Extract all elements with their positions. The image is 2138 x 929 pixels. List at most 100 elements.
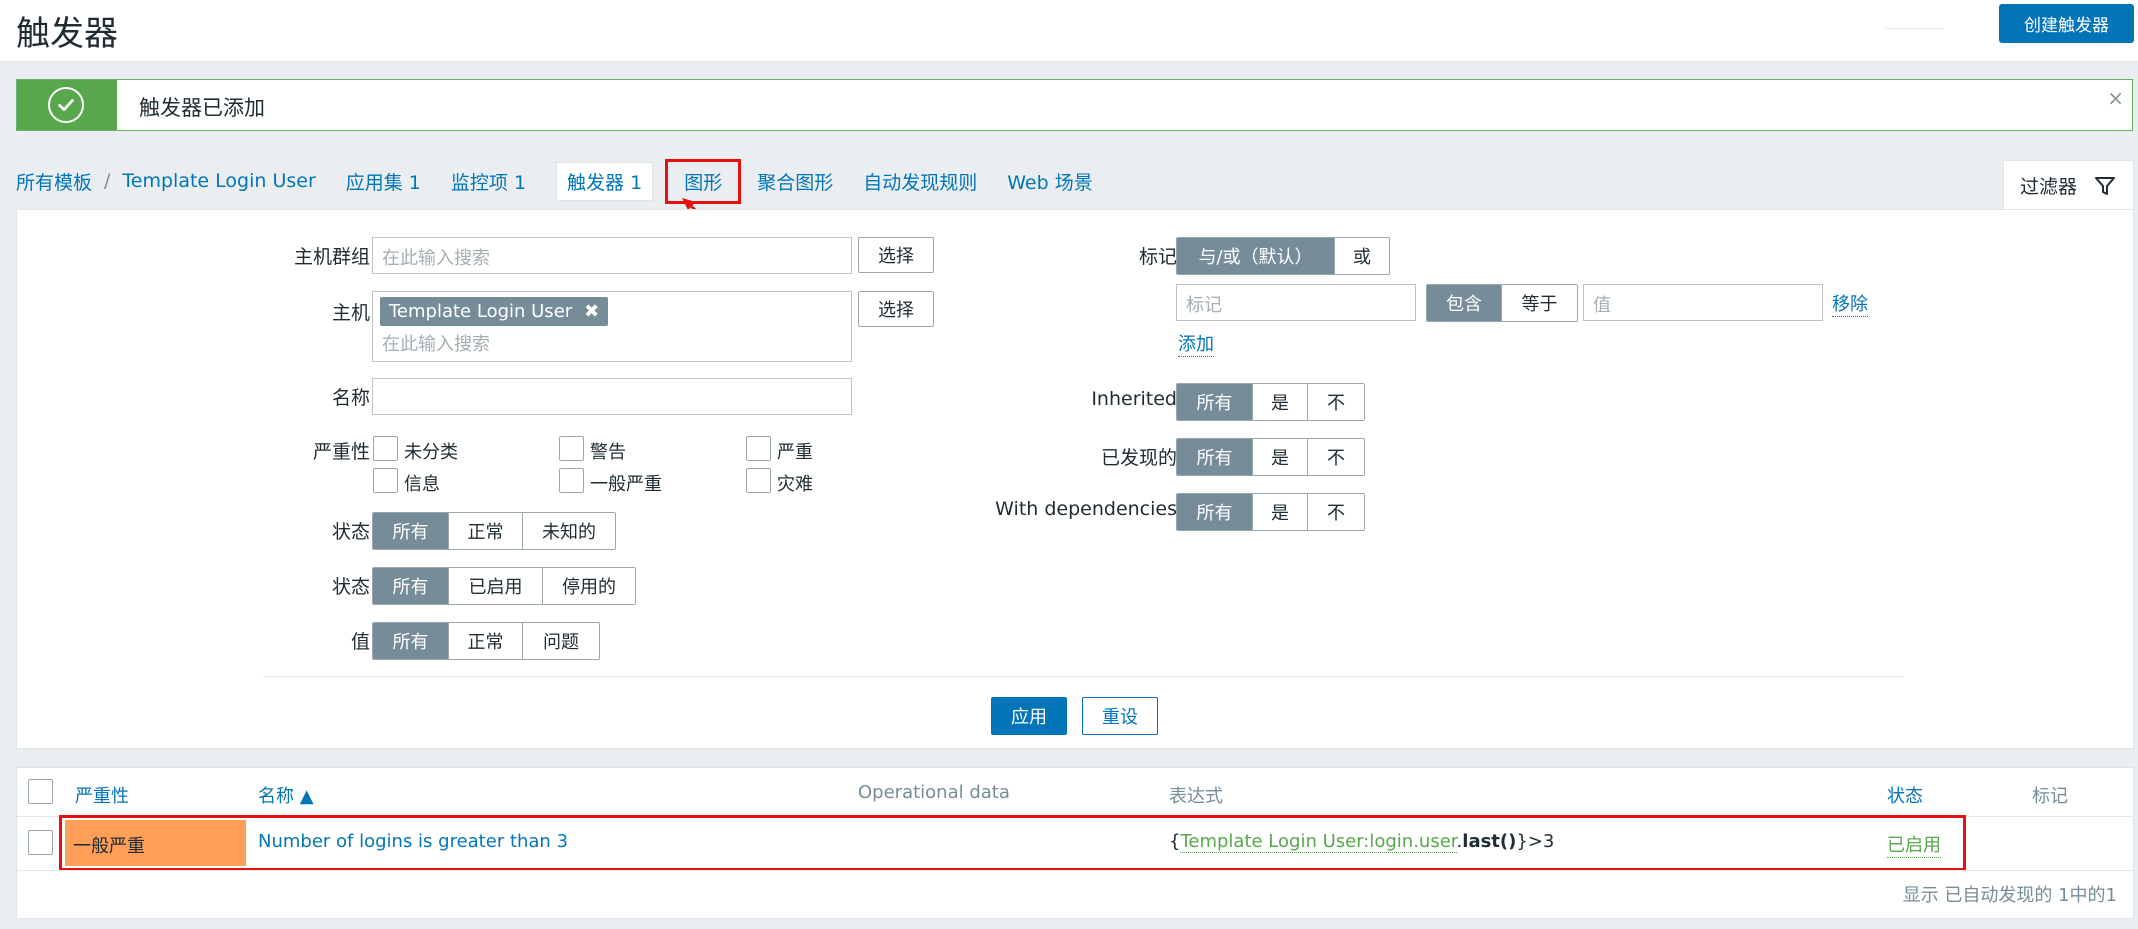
select-all-checkbox[interactable] xyxy=(28,779,53,804)
tag-operator-contains[interactable]: 包含 xyxy=(1427,285,1502,321)
discovered-segmented: 所有 是 不 xyxy=(1176,438,1365,476)
severity-checkbox-high[interactable] xyxy=(746,436,771,461)
page-title: 触发器 xyxy=(16,14,118,54)
tab-screens[interactable]: 聚合图形 xyxy=(757,168,833,195)
dependencies-option-all[interactable]: 所有 xyxy=(1177,494,1253,530)
status-segmented: 所有 已启用 停用的 xyxy=(372,567,636,605)
inherited-segmented: 所有 是 不 xyxy=(1176,383,1365,421)
status-option-all[interactable]: 所有 xyxy=(373,568,449,604)
filter-toggle-tab[interactable]: 过滤器 xyxy=(2003,160,2134,210)
column-operational-data: Operational data xyxy=(858,782,1010,803)
tab-applications[interactable]: 应用集 1 xyxy=(346,168,421,195)
create-trigger-button[interactable]: 创建触发器 xyxy=(1999,4,2134,43)
severity-checkbox-average[interactable] xyxy=(559,468,584,493)
hosts-search-placeholder[interactable]: 在此输入搜索 xyxy=(382,330,490,356)
breadcrumb-template[interactable]: Template Login User xyxy=(122,170,315,192)
apply-button[interactable]: 应用 xyxy=(991,697,1067,735)
status-option-disabled[interactable]: 停用的 xyxy=(543,568,635,604)
table-footer-count: 显示 已自动发现的 1中的1 xyxy=(1902,885,2117,906)
tab-items[interactable]: 监控项 1 xyxy=(451,168,526,195)
host-groups-input[interactable]: 在此输入搜索 xyxy=(372,237,852,274)
tag-value-input[interactable]: 值 xyxy=(1583,284,1823,321)
tag-operator-segmented: 包含 等于 xyxy=(1426,284,1578,322)
host-chip-label: Template Login User xyxy=(389,301,573,322)
triggers-table: 严重性 名称 ▲ Operational data 表达式 状态 标记 一般严重… xyxy=(16,767,2134,919)
host-chip: Template Login User ✖ xyxy=(380,297,609,326)
severity-disaster-label: 灾难 xyxy=(777,474,813,495)
state-label: 状态 xyxy=(331,521,370,543)
name-input[interactable] xyxy=(372,378,852,415)
value-option-problem[interactable]: 问题 xyxy=(523,623,599,659)
column-expression: 表达式 xyxy=(1169,786,1223,807)
hosts-multiselect[interactable]: Template Login User ✖ 在此输入搜索 xyxy=(372,291,852,362)
tags-mode-or[interactable]: 或 xyxy=(1335,238,1389,274)
page-header: 触发器 创建触发器 xyxy=(0,0,2138,62)
state-option-unknown[interactable]: 未知的 xyxy=(523,513,615,549)
state-option-normal[interactable]: 正常 xyxy=(449,513,523,549)
severity-warning-label: 警告 xyxy=(590,442,626,463)
row-divider xyxy=(17,870,2133,871)
inherited-option-yes[interactable]: 是 xyxy=(1253,384,1308,420)
remove-chip-icon[interactable]: ✖ xyxy=(584,301,599,322)
discovered-option-all[interactable]: 所有 xyxy=(1177,439,1253,475)
tags-mode-segmented: 与/或（默认） 或 xyxy=(1176,237,1390,275)
state-option-all[interactable]: 所有 xyxy=(373,513,449,549)
reset-button[interactable]: 重设 xyxy=(1082,697,1158,735)
add-tag-link[interactable]: 添加 xyxy=(1178,330,1214,357)
severity-checkbox-not-classified[interactable] xyxy=(373,436,398,461)
dependencies-option-no[interactable]: 不 xyxy=(1308,494,1364,530)
severity-label: 严重性 xyxy=(312,441,370,463)
severity-checkbox-disaster[interactable] xyxy=(746,468,771,493)
column-name[interactable]: 名称 ▲ xyxy=(258,782,314,808)
close-icon[interactable]: × xyxy=(2107,86,2124,110)
name-label: 名称 xyxy=(331,387,370,409)
row-checkbox[interactable] xyxy=(28,830,53,855)
severity-checkbox-warning[interactable] xyxy=(559,436,584,461)
status-option-enabled[interactable]: 已启用 xyxy=(449,568,543,604)
filter-tab-label: 过滤器 xyxy=(2020,176,2078,198)
inherited-label: Inherited xyxy=(1091,388,1177,410)
message-text: 触发器已添加 xyxy=(139,96,265,120)
severity-checkbox-information[interactable] xyxy=(373,468,398,493)
host-groups-select-button[interactable]: 选择 xyxy=(858,237,934,273)
breadcrumb-all-templates[interactable]: 所有模板 xyxy=(16,168,92,195)
value-segmented: 所有 正常 问题 xyxy=(372,622,600,660)
host-groups-label: 主机群组 xyxy=(293,246,370,268)
discovered-label: 已发现的 xyxy=(1100,447,1177,469)
hosts-label: 主机 xyxy=(331,302,370,324)
hosts-select-button[interactable]: 选择 xyxy=(858,291,934,327)
remove-tag-link[interactable]: 移除 xyxy=(1832,290,1868,317)
tag-operator-equals[interactable]: 等于 xyxy=(1502,285,1577,321)
tab-triggers[interactable]: 触发器 1 xyxy=(556,161,654,201)
severity-average-label: 一般严重 xyxy=(590,474,662,495)
message-icon-box xyxy=(17,80,117,130)
column-status[interactable]: 状态 xyxy=(1887,782,1923,808)
filter-divider xyxy=(263,676,1903,677)
tags-mode-and-or[interactable]: 与/或（默认） xyxy=(1177,238,1335,274)
breadcrumb: 所有模板 / Template Login User 应用集 1 监控项 1 触… xyxy=(16,158,1123,204)
discovered-option-no[interactable]: 不 xyxy=(1308,439,1364,475)
severity-information-label: 信息 xyxy=(404,474,440,495)
filter-panel: 主机群组 在此输入搜索 选择 主机 Template Login User ✖ … xyxy=(16,209,2134,749)
inherited-option-all[interactable]: 所有 xyxy=(1177,384,1253,420)
dependencies-option-yes[interactable]: 是 xyxy=(1253,494,1308,530)
column-tags: 标记 xyxy=(2032,786,2068,807)
check-icon xyxy=(48,87,84,123)
funnel-icon xyxy=(2095,176,2116,195)
value-option-ok[interactable]: 正常 xyxy=(449,623,523,659)
tag-name-input[interactable]: 标记 xyxy=(1176,284,1416,321)
severity-not-classified-label: 未分类 xyxy=(404,442,458,463)
tab-discovery-rules[interactable]: 自动发现规则 xyxy=(863,168,977,195)
value-label: 值 xyxy=(350,631,370,653)
dependencies-label: With dependencies xyxy=(995,498,1177,520)
status-label: 状态 xyxy=(331,576,370,598)
value-option-all[interactable]: 所有 xyxy=(373,623,449,659)
state-segmented: 所有 正常 未知的 xyxy=(372,512,616,550)
dependencies-segmented: 所有 是 不 xyxy=(1176,493,1365,531)
inherited-option-no[interactable]: 不 xyxy=(1308,384,1364,420)
tab-web-scenarios[interactable]: Web 场景 xyxy=(1007,168,1092,195)
discovered-option-yes[interactable]: 是 xyxy=(1253,439,1308,475)
header-divider xyxy=(1885,28,1943,29)
column-severity[interactable]: 严重性 xyxy=(75,782,129,808)
breadcrumb-separator: / xyxy=(104,170,111,192)
